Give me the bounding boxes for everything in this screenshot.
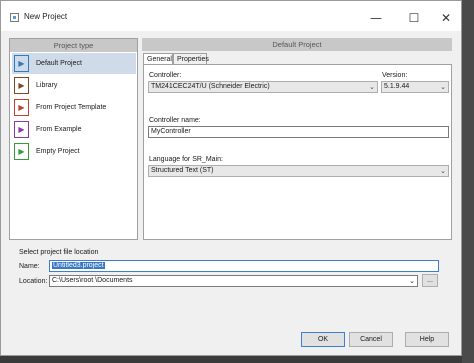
chevron-down-icon: ⌄ <box>369 83 375 91</box>
controller-name-input[interactable]: MyController <box>148 126 449 138</box>
controller-value: TM241CEC24T/U (Schneider Electric) <box>151 83 270 90</box>
project-name-input[interactable]: Untitled3.project <box>49 260 439 272</box>
version-value: 5.1.9.44 <box>384 83 410 90</box>
title-bar: New Project — ☐ ✕ <box>1 1 461 31</box>
project-type-label: Library <box>36 82 58 89</box>
location-label: Location: <box>19 278 48 285</box>
name-label: Name: <box>19 263 40 270</box>
example-icon: ▶ <box>14 121 29 138</box>
project-type-item[interactable]: ▶ From Example <box>12 119 136 140</box>
project-type-item[interactable]: ▶ Empty Project <box>12 141 136 162</box>
location-select[interactable]: C:\Users\root \Documents ⌄ <box>49 275 418 287</box>
default-project-header: Default Project <box>142 38 452 51</box>
location-value: C:\Users\root \Documents <box>52 277 133 284</box>
language-label: Language for SR_Main: <box>149 156 223 163</box>
project-name-value: Untitled3.project <box>52 262 105 269</box>
controller-select[interactable]: TM241CEC24T/U (Schneider Electric) ⌄ <box>148 81 378 93</box>
app-icon <box>10 13 19 22</box>
template-icon: ▶ <box>14 99 29 116</box>
ok-button[interactable]: OK <box>301 332 345 347</box>
cancel-button[interactable]: Cancel <box>349 332 393 347</box>
browse-button[interactable]: ... <box>422 274 438 287</box>
project-type-label: Default Project <box>36 60 82 67</box>
version-select[interactable]: 5.1.9.44 ⌄ <box>381 81 449 93</box>
library-icon: ▶ <box>14 77 29 94</box>
language-value: Structured Text (ST) <box>151 167 214 174</box>
help-button[interactable]: Help <box>405 332 449 347</box>
project-type-header: Project type <box>10 39 137 52</box>
chevron-down-icon: ⌄ <box>440 167 446 175</box>
project-type-label: From Example <box>36 126 82 133</box>
close-button[interactable]: ✕ <box>429 7 463 29</box>
chevron-down-icon: ⌄ <box>440 83 446 91</box>
version-label: Version: <box>382 72 408 79</box>
minimize-button[interactable]: — <box>359 7 393 29</box>
chevron-down-icon: ⌄ <box>409 277 415 285</box>
location-group-title: Select project file location <box>19 249 99 256</box>
controller-name-label: Controller name: <box>149 117 201 124</box>
empty-project-icon: ▶ <box>14 143 29 160</box>
maximize-button[interactable]: ☐ <box>397 7 431 29</box>
controller-label: Controller: <box>149 72 182 79</box>
project-type-panel: Project type ▶ Default Project ▶ Library ▶ Fr… <box>9 38 138 240</box>
project-type-label: From Project Template <box>36 104 107 111</box>
project-type-item[interactable]: ▶ Default Project <box>12 53 136 74</box>
project-type-item[interactable]: ▶ Library <box>12 75 136 96</box>
background-edge <box>462 0 474 363</box>
default-project-icon: ▶ <box>14 55 29 72</box>
language-select[interactable]: Structured Text (ST) ⌄ <box>148 165 449 177</box>
new-project-dialog: New Project — ☐ ✕ Project type ▶ Default … <box>0 0 462 356</box>
project-type-label: Empty Project <box>36 148 80 155</box>
window-title: New Project <box>24 12 68 21</box>
general-tab-content: Controller: TM241CEC24T/U (Schneider Ele… <box>143 64 452 240</box>
project-type-item[interactable]: ▶ From Project Template <box>12 97 136 118</box>
